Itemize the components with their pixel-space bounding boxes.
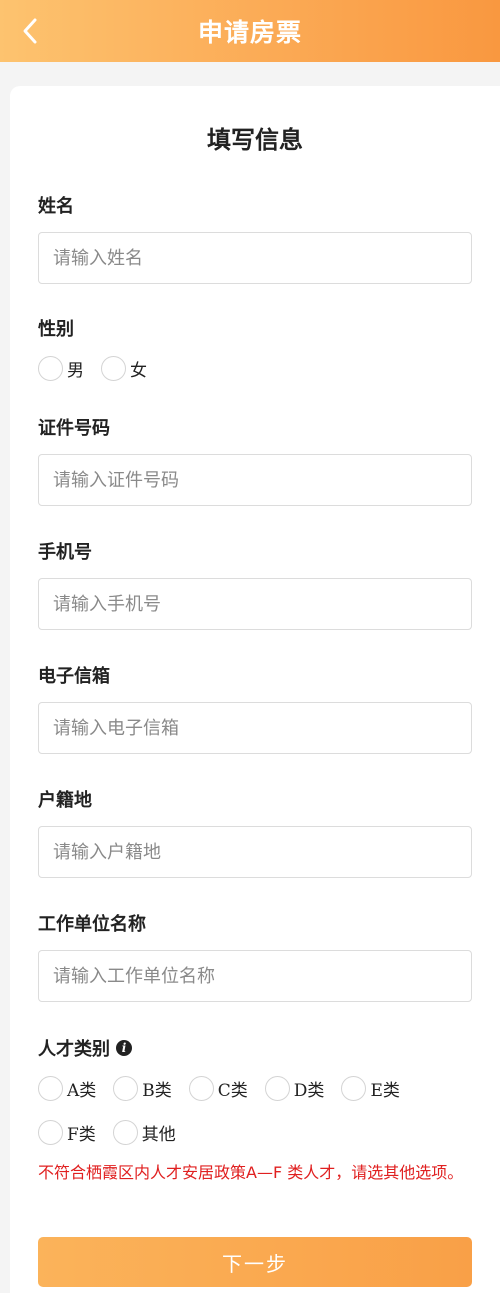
talent-warning-text: 不符合栖霞区内人才安居政策A—F 类人才，请选其他选项。 — [38, 1163, 464, 1182]
radio-label: D类 — [293, 1081, 325, 1101]
talent-radio-b[interactable]: B类 — [113, 1076, 172, 1101]
radio-circle[interactable] — [264, 1076, 290, 1101]
talent-radio-e[interactable]: E类 — [341, 1076, 400, 1101]
back-button[interactable] — [10, 11, 50, 51]
radio-label: 女 — [130, 361, 147, 381]
phone-label: 手机号 — [38, 542, 92, 563]
talent-radio-group-row1: A类 B类 C类 D类 E类 — [38, 1076, 417, 1101]
next-step-button[interactable]: 下一步 — [38, 1237, 472, 1287]
talent-radio-other[interactable]: 其他 — [112, 1120, 176, 1145]
radio-label: E类 — [370, 1081, 400, 1101]
gender-radio-group: 男 女 — [38, 356, 164, 381]
name-label: 姓名 — [38, 196, 74, 217]
radio-label: 其他 — [141, 1125, 176, 1145]
talent-category-label: 人才类别 — [38, 1039, 110, 1060]
talent-category-label-row: 人才类别 i — [38, 1035, 132, 1061]
talent-radio-group-row2: F类 其他 — [38, 1120, 193, 1145]
header-bar: 申请房票 — [0, 0, 500, 62]
phone-input[interactable] — [38, 578, 472, 630]
email-input[interactable] — [38, 702, 472, 754]
radio-circle[interactable] — [38, 356, 63, 381]
employer-input[interactable] — [38, 950, 472, 1002]
radio-circle[interactable] — [38, 1076, 63, 1101]
radio-label: A类 — [67, 1081, 97, 1101]
radio-label: B类 — [142, 1081, 172, 1101]
gender-radio-male[interactable]: 男 — [38, 356, 84, 381]
info-icon[interactable]: i — [116, 1040, 132, 1056]
radio-label: F类 — [67, 1125, 96, 1145]
id-number-input[interactable] — [38, 454, 472, 506]
radio-label: C类 — [217, 1081, 248, 1101]
radio-label: 男 — [67, 361, 84, 381]
talent-radio-d[interactable]: D类 — [264, 1076, 325, 1101]
gender-label: 性别 — [38, 319, 74, 340]
page-title: 申请房票 — [197, 18, 302, 47]
name-input[interactable] — [38, 232, 472, 284]
radio-circle[interactable] — [101, 356, 126, 381]
radio-circle[interactable] — [38, 1120, 63, 1145]
email-label: 电子信箱 — [38, 666, 110, 687]
radio-circle[interactable] — [113, 1076, 139, 1101]
chevron-left-icon — [23, 18, 37, 44]
talent-radio-c[interactable]: C类 — [188, 1076, 248, 1101]
household-input[interactable] — [38, 826, 472, 878]
form-card: 填写信息 姓名 性别 男 女 证件号码 手机号 电子信箱 户籍地 工作单位名称 … — [10, 86, 500, 1293]
id-number-label: 证件号码 — [38, 418, 110, 439]
employer-label: 工作单位名称 — [38, 914, 146, 935]
radio-circle[interactable] — [112, 1120, 138, 1145]
household-label: 户籍地 — [38, 790, 92, 811]
gender-radio-female[interactable]: 女 — [101, 356, 147, 381]
talent-radio-a[interactable]: A类 — [38, 1076, 96, 1101]
form-title: 填写信息 — [207, 126, 303, 154]
radio-circle[interactable] — [341, 1076, 367, 1101]
radio-circle[interactable] — [188, 1076, 214, 1101]
talent-radio-f[interactable]: F类 — [38, 1120, 96, 1145]
